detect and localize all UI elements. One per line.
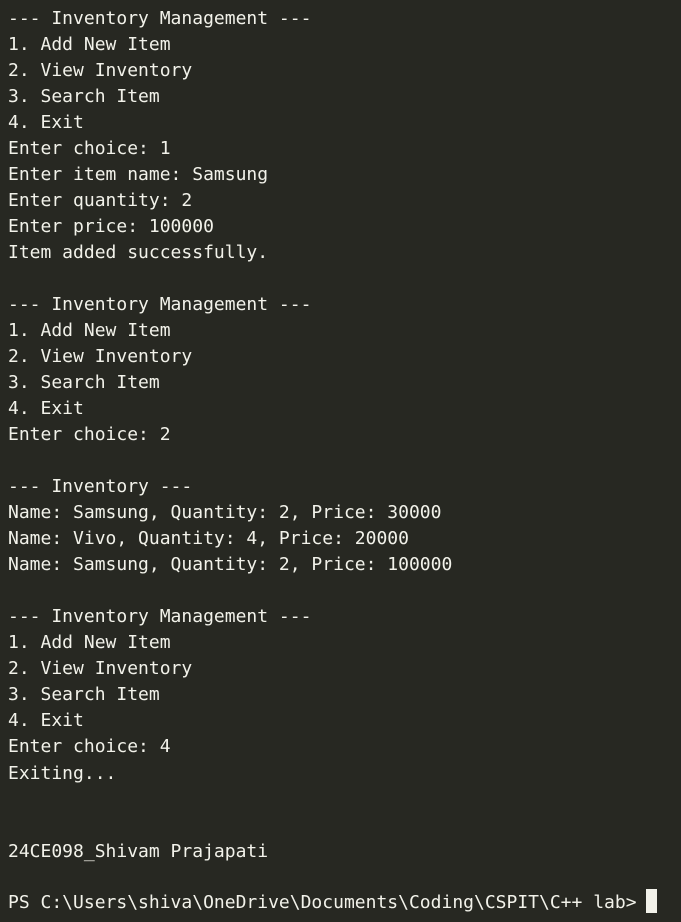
- menu-option-add: 1. Add New Item: [8, 34, 171, 55]
- menu-option-search: 3. Search Item: [8, 684, 160, 705]
- terminal-window[interactable]: --- Inventory Management --- 1. Add New …: [0, 0, 681, 922]
- menu-option-add: 1. Add New Item: [8, 632, 171, 653]
- menu-option-exit: 4. Exit: [8, 112, 84, 133]
- price-line: Enter price: 100000: [8, 216, 214, 237]
- menu-option-search: 3. Search Item: [8, 86, 160, 107]
- quantity-line: Enter quantity: 2: [8, 190, 193, 211]
- student-id-line: 24CE098_Shivam Prajapati: [8, 841, 269, 862]
- menu-option-view: 2. View Inventory: [8, 60, 193, 81]
- exit-message: Exiting...: [8, 763, 117, 784]
- menu-option-exit: 4. Exit: [8, 710, 84, 731]
- menu-header: --- Inventory Management ---: [8, 294, 312, 315]
- choice-input-line: Enter choice: 4: [8, 736, 171, 757]
- menu-header: --- Inventory Management ---: [8, 606, 312, 627]
- inventory-row: Name: Samsung, Quantity: 2, Price: 10000…: [8, 554, 453, 575]
- choice-input-line: Enter choice: 1: [8, 138, 171, 159]
- menu-option-add: 1. Add New Item: [8, 320, 171, 341]
- text-cursor: [645, 889, 657, 913]
- inventory-row: Name: Vivo, Quantity: 4, Price: 20000: [8, 528, 409, 549]
- inventory-header: --- Inventory ---: [8, 476, 193, 497]
- item-name-line: Enter item name: Samsung: [8, 164, 269, 185]
- menu-option-view: 2. View Inventory: [8, 346, 193, 367]
- choice-input-line: Enter choice: 2: [8, 424, 171, 445]
- inventory-row: Name: Samsung, Quantity: 2, Price: 30000: [8, 502, 442, 523]
- shell-prompt: PS C:\Users\shiva\OneDrive\Documents\Cod…: [8, 892, 637, 913]
- success-message: Item added successfully.: [8, 242, 269, 263]
- menu-option-search: 3. Search Item: [8, 372, 160, 393]
- shell-prompt-line[interactable]: PS C:\Users\shiva\OneDrive\Documents\Cod…: [8, 889, 657, 915]
- menu-header: --- Inventory Management ---: [8, 8, 312, 29]
- menu-option-exit: 4. Exit: [8, 398, 84, 419]
- menu-option-view: 2. View Inventory: [8, 658, 193, 679]
